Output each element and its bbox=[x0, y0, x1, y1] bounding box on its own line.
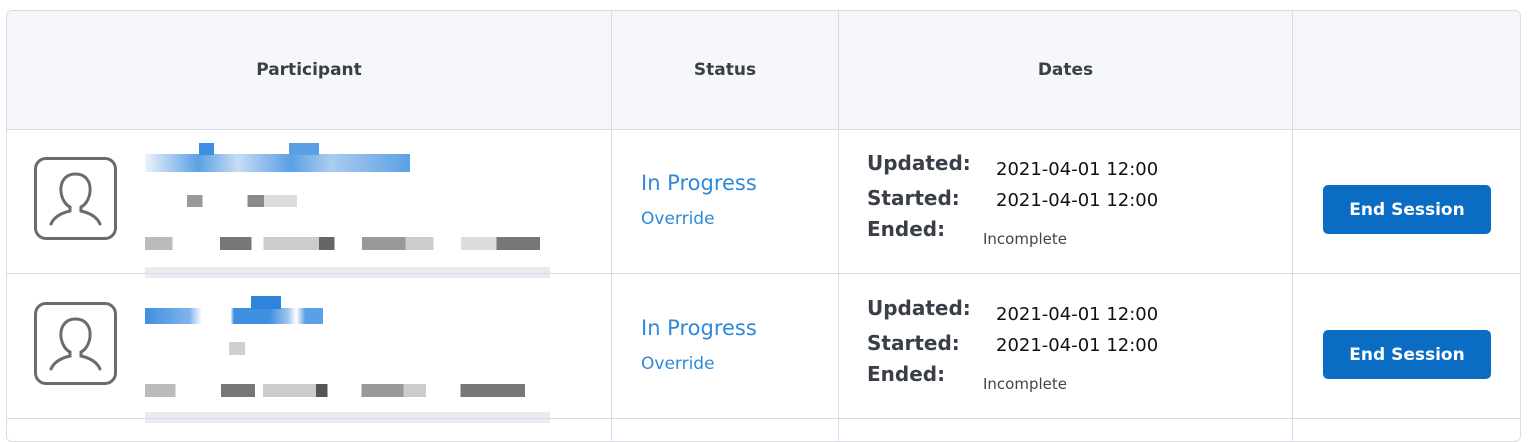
user-avatar-icon bbox=[34, 302, 117, 385]
updated-label: Updated: bbox=[867, 151, 971, 175]
started-value: 2021-04-01 12:00 bbox=[996, 335, 1159, 356]
header-actions bbox=[1293, 11, 1520, 129]
ended-label: Ended: bbox=[867, 362, 946, 386]
table-row: In Progress Override Updated: 2021-04-01… bbox=[7, 274, 1520, 423]
sessions-table: Participant Status Dates In Progress Ove… bbox=[6, 10, 1521, 442]
header-dates: Dates bbox=[1037, 60, 1094, 80]
end-session-button[interactable]: End Session bbox=[1323, 185, 1491, 234]
header-status: Status bbox=[693, 60, 757, 80]
ended-label: Ended: bbox=[867, 217, 946, 241]
updated-label: Updated: bbox=[867, 296, 971, 320]
status-text: In Progress bbox=[641, 171, 757, 195]
override-link[interactable]: Override bbox=[641, 354, 715, 374]
ended-value: Incomplete bbox=[983, 230, 1067, 248]
table-row: In Progress Override Updated: 2021-04-01… bbox=[7, 129, 1520, 278]
end-session-button[interactable]: End Session bbox=[1323, 330, 1491, 379]
override-link[interactable]: Override bbox=[641, 209, 715, 229]
user-avatar-icon bbox=[34, 157, 117, 240]
status-text: In Progress bbox=[641, 316, 757, 340]
updated-value: 2021-04-01 12:00 bbox=[996, 304, 1159, 325]
table-header: Participant Status Dates bbox=[7, 11, 1520, 130]
started-label: Started: bbox=[867, 331, 960, 355]
ended-value: Incomplete bbox=[983, 375, 1067, 393]
started-value: 2021-04-01 12:00 bbox=[996, 190, 1159, 211]
updated-value: 2021-04-01 12:00 bbox=[996, 159, 1159, 180]
row-divider bbox=[7, 418, 1520, 419]
started-label: Started: bbox=[867, 186, 960, 210]
header-participant: Participant bbox=[256, 60, 362, 80]
